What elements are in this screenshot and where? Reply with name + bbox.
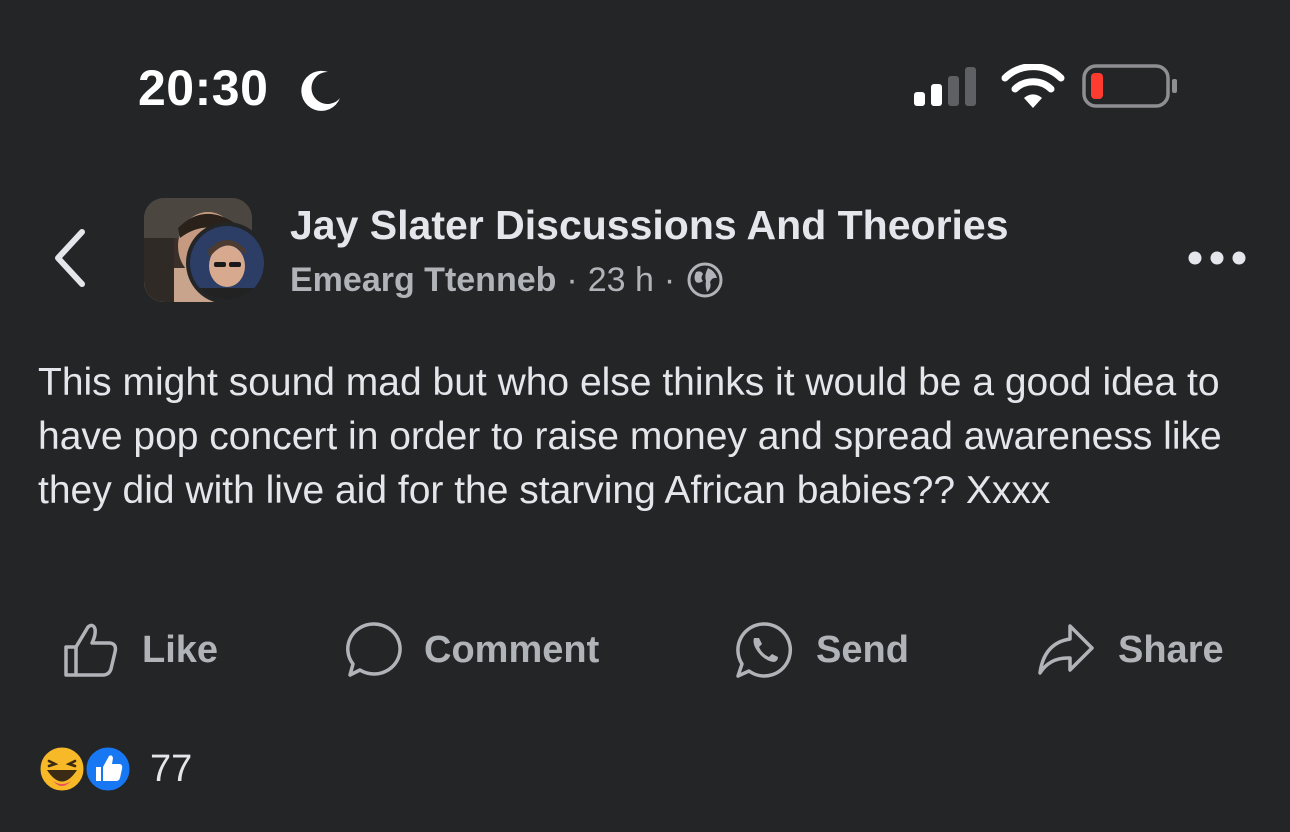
like-label: Like — [142, 628, 219, 671]
share-label: Share — [1118, 628, 1224, 671]
cellular-signal-icon — [914, 67, 976, 106]
comment-bubble-icon — [346, 622, 402, 677]
comment-button[interactable]: Comment — [344, 620, 599, 680]
send-button[interactable]: Send — [734, 620, 909, 680]
reaction-count: 77 — [150, 747, 193, 790]
reactions-summary[interactable]: 77 — [36, 744, 192, 794]
like-button[interactable]: Like — [62, 620, 218, 680]
meta-separator: · — [663, 261, 676, 299]
more-options-button[interactable] — [1186, 246, 1248, 270]
haha-emoji-icon — [37, 744, 87, 794]
share-arrow-icon — [1038, 624, 1094, 675]
globe-icon — [687, 262, 723, 298]
group-name[interactable]: Jay Slater Discussions And Theories — [290, 200, 1009, 250]
wifi-icon — [1001, 64, 1065, 108]
meta-separator: · — [566, 261, 578, 299]
author-name[interactable]: Emearg Ttenneb — [290, 258, 556, 302]
share-button[interactable]: Share — [1036, 620, 1224, 680]
like-thumb-icon — [83, 744, 133, 794]
reaction-icons — [37, 744, 133, 794]
post-time[interactable]: 23 h — [588, 258, 654, 302]
back-button[interactable] — [50, 228, 90, 288]
author-avatar[interactable] — [186, 222, 268, 304]
send-label: Send — [816, 628, 909, 671]
whatsapp-icon — [736, 622, 793, 678]
moon-icon — [301, 70, 340, 111]
post-meta: Emearg Ttenneb · 23 h · — [290, 258, 723, 302]
status-time: 20:30 — [138, 60, 269, 116]
author-photo-icon — [190, 226, 264, 300]
battery-low-icon — [1082, 64, 1177, 108]
post-text: This might sound mad but who else thinks… — [38, 361, 1222, 512]
comment-label: Comment — [424, 628, 600, 671]
thumbs-up-icon — [64, 623, 118, 677]
